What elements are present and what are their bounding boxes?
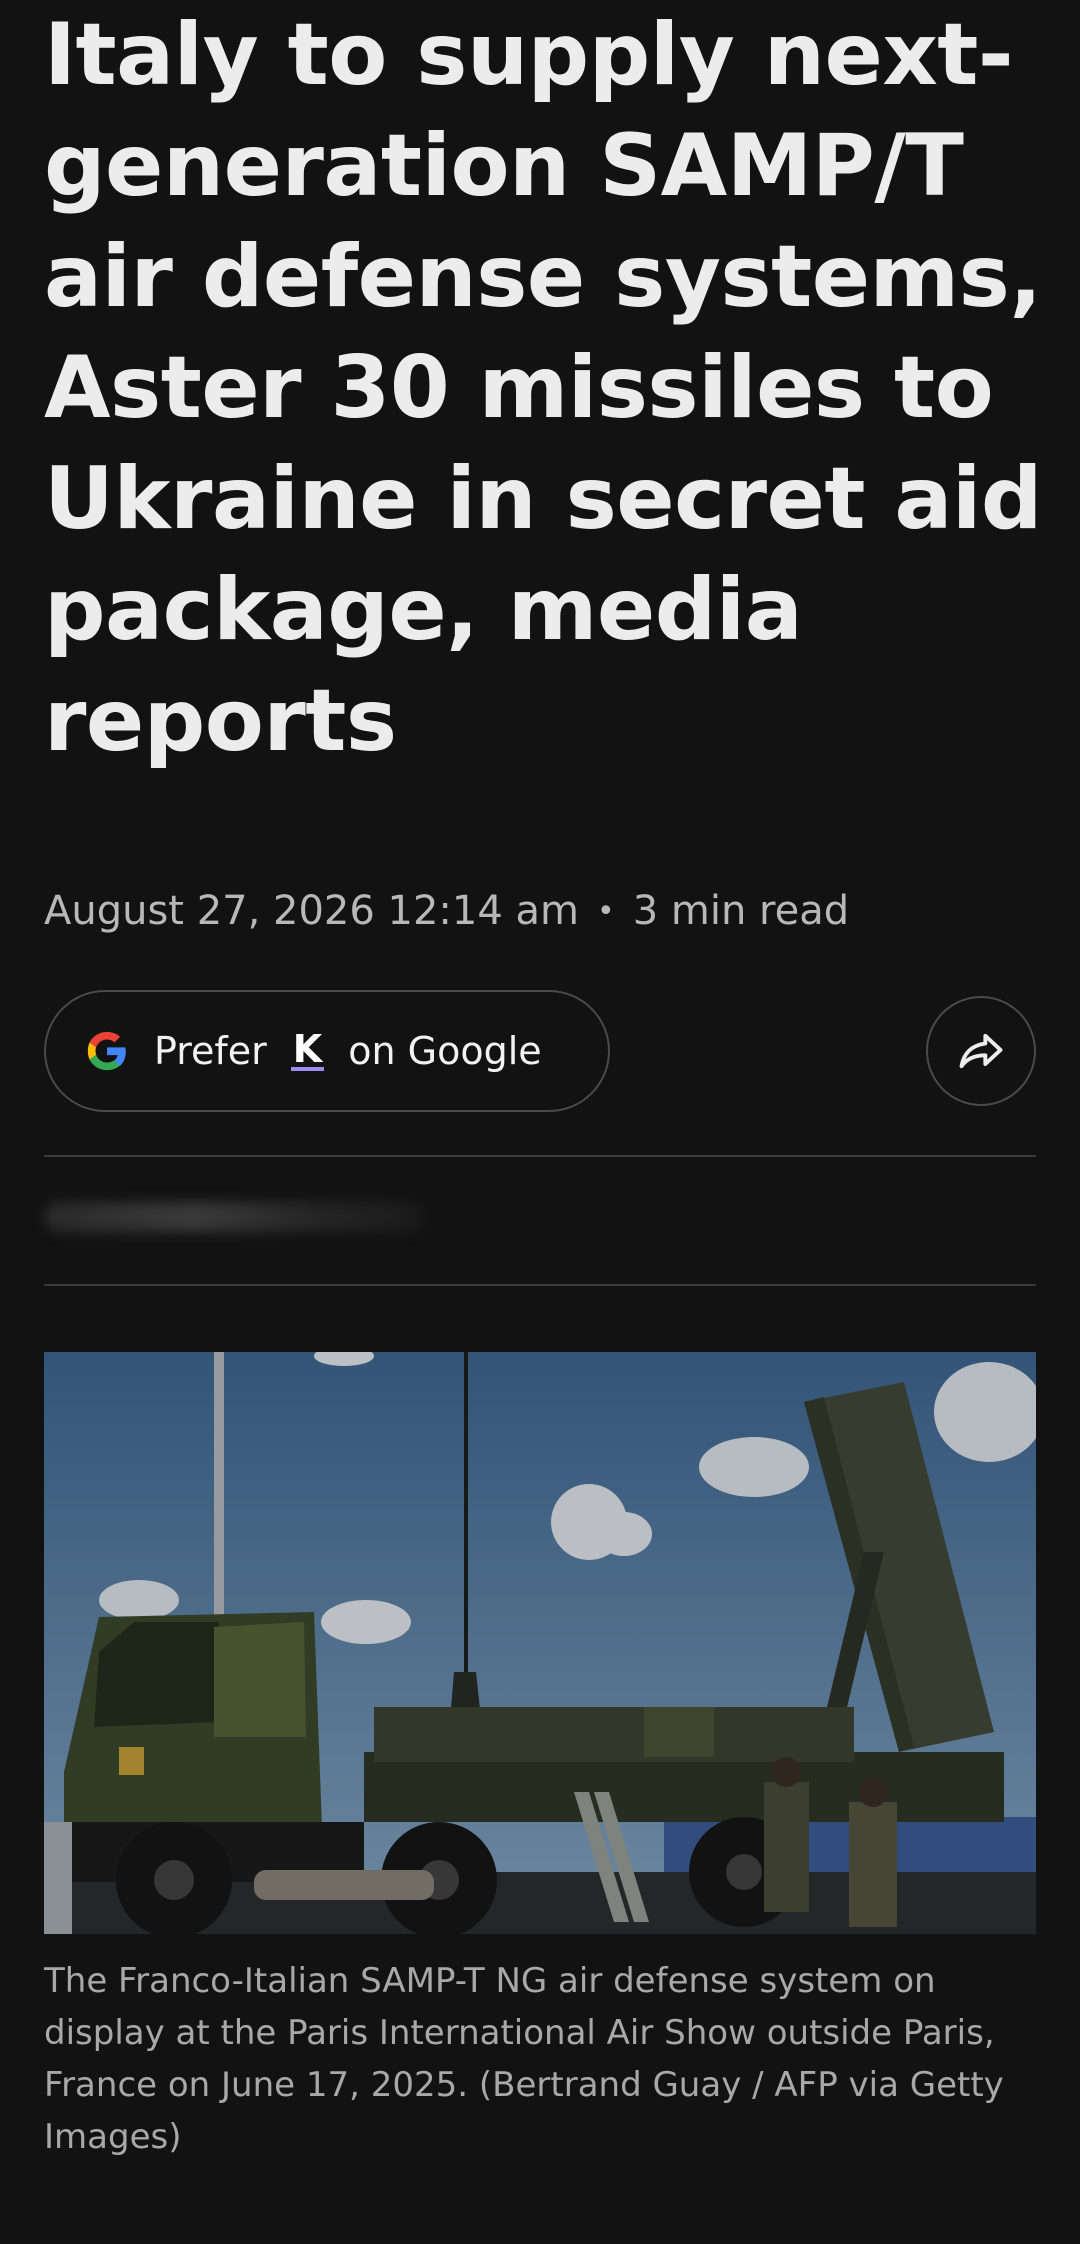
prefer-on-google-button[interactable]: Prefer K on Google	[44, 990, 610, 1112]
share-button[interactable]	[926, 996, 1036, 1106]
article-photo[interactable]	[44, 1352, 1036, 1934]
prefer-label: Prefer	[154, 1029, 267, 1073]
read-time: 3 min read	[632, 888, 850, 934]
divider-bottom	[44, 1284, 1036, 1286]
meta-separator: •	[597, 893, 615, 929]
article-date: August 27, 2026 12:14 am	[44, 888, 579, 934]
share-arrow-icon	[959, 1033, 1003, 1069]
article-headline: Italy to supply next-generation SAMP/T a…	[44, 5, 1042, 771]
blurred-byline	[44, 1202, 424, 1232]
article-meta: August 27, 2026 12:14 am • 3 min read	[44, 888, 849, 934]
brand-k-logo: K	[290, 1027, 325, 1071]
divider-top	[44, 1155, 1036, 1157]
google-g-icon	[87, 1031, 126, 1071]
photo-caption: The Franco-Italian SAMP-T NG air defense…	[44, 1961, 1004, 2157]
prefer-label-suffix: on Google	[348, 1029, 542, 1073]
